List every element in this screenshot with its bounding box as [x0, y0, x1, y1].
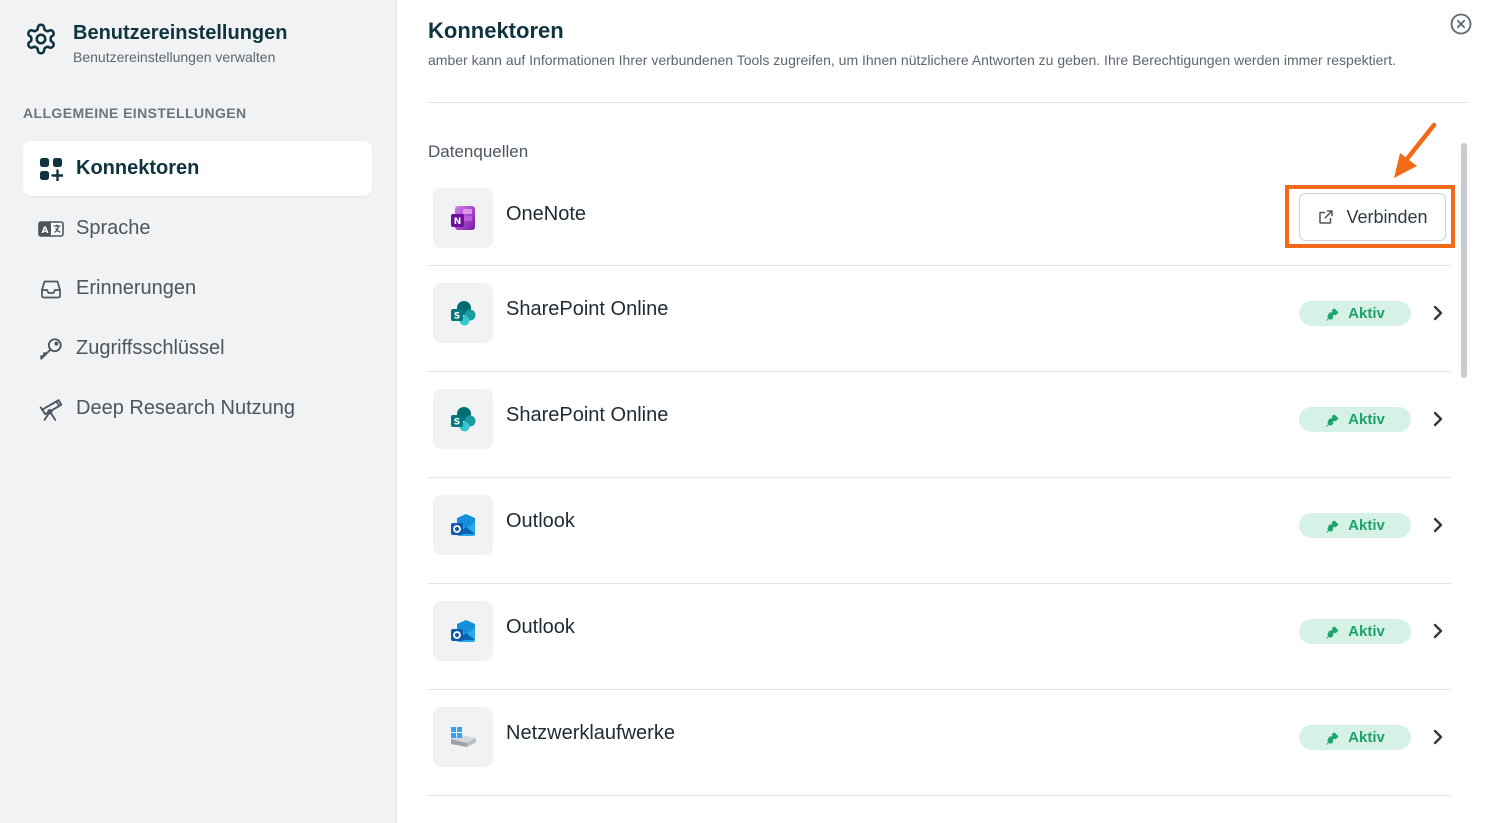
connector-name: SharePoint Online [506, 404, 669, 426]
onenote-icon: N [433, 188, 493, 248]
status-badge: Aktiv [1299, 619, 1411, 644]
connector-name: Netzwerklaufwerke [506, 722, 675, 744]
sidebar-item-label: Sprache [76, 217, 151, 239]
network-drive-icon [433, 707, 493, 767]
chevron-right-icon[interactable] [1429, 727, 1447, 747]
status-badge: Aktiv [1299, 725, 1411, 750]
status-badge-label: Aktiv [1348, 729, 1385, 746]
connector-name: Outlook [506, 616, 575, 638]
status-badge: Aktiv [1299, 301, 1411, 326]
svg-text:S: S [454, 418, 460, 428]
outlook-icon [433, 601, 493, 661]
sidebar-item-sprache[interactable]: A Sprache [23, 201, 372, 256]
connector-row[interactable]: S SharePoint Online Aktiv [428, 266, 1451, 372]
section-heading-datenquellen: Datenquellen [428, 142, 529, 161]
outlook-icon [433, 495, 493, 555]
close-icon[interactable] [1449, 12, 1473, 36]
sidebar-item-konnektoren[interactable]: Konnektoren [23, 141, 372, 196]
inbox-icon [37, 275, 65, 303]
svg-text:N: N [454, 217, 462, 227]
sidebar-item-zugriffsschluessel[interactable]: Zugriffsschlüssel [23, 321, 372, 376]
connectors-grid-icon [37, 155, 65, 183]
sidebar-section-heading: ALLGEMEINE EINSTELLUNGEN [23, 105, 247, 121]
plug-icon [1326, 626, 1339, 639]
sidebar-subtitle: Benutzereinstellungen verwalten [73, 49, 276, 65]
key-icon [37, 335, 65, 363]
sidebar-item-label: Deep Research Nutzung [76, 397, 296, 419]
status-badge: Aktiv [1299, 407, 1411, 432]
chevron-right-icon[interactable] [1429, 515, 1447, 535]
plug-icon [1326, 414, 1339, 427]
connector-row[interactable]: Outlook Aktiv [428, 584, 1451, 690]
connector-row[interactable]: Outlook Aktiv [428, 478, 1451, 584]
plug-icon [1326, 308, 1339, 321]
sidebar-item-deep-research[interactable]: Deep Research Nutzung [23, 381, 372, 436]
svg-text:A: A [42, 226, 49, 236]
status-badge-label: Aktiv [1348, 305, 1385, 322]
highlight-box [1285, 185, 1455, 248]
chevron-right-icon[interactable] [1429, 303, 1447, 323]
sidebar-item-label: Erinnerungen [76, 277, 197, 299]
header-divider [428, 102, 1468, 103]
svg-text:S: S [454, 312, 460, 322]
telescope-icon [37, 395, 65, 423]
sharepoint-icon: S [433, 283, 493, 343]
connector-row[interactable]: Netzwerklaufwerke Aktiv [428, 690, 1451, 796]
gear-icon [27, 23, 55, 55]
scrollbar[interactable] [1461, 143, 1467, 378]
connector-name: SharePoint Online [506, 298, 669, 320]
status-badge-label: Aktiv [1348, 623, 1385, 640]
status-badge: Aktiv [1299, 513, 1411, 538]
connector-list: N OneNote Verbinden S SharePoint Online [428, 177, 1451, 796]
chevron-right-icon[interactable] [1429, 621, 1447, 641]
connector-row[interactable]: S SharePoint Online Aktiv [428, 372, 1451, 478]
sidebar-nav: Konnektoren A Sprache Erinnerungen Zugri… [23, 141, 372, 441]
arrow-annotation-icon [1394, 122, 1437, 178]
sidebar-item-erinnerungen[interactable]: Erinnerungen [23, 261, 372, 316]
page-description: amber kann auf Informationen Ihrer verbu… [428, 52, 1396, 68]
sidebar-header: Benutzereinstellungen Benutzereinstellun… [24, 20, 287, 65]
sidebar-item-label: Zugriffsschlüssel [76, 337, 225, 359]
status-badge-label: Aktiv [1348, 517, 1385, 534]
sidebar-item-label: Konnektoren [76, 157, 200, 179]
plug-icon [1326, 520, 1339, 533]
plug-icon [1326, 732, 1339, 745]
sharepoint-icon: S [433, 389, 493, 449]
settings-sidebar: Benutzereinstellungen Benutzereinstellun… [0, 0, 397, 823]
sidebar-title: Benutzereinstellungen [73, 22, 288, 44]
chevron-right-icon[interactable] [1429, 409, 1447, 429]
connector-name: Outlook [506, 510, 575, 532]
connector-name: OneNote [506, 203, 587, 225]
status-badge-label: Aktiv [1348, 411, 1385, 428]
language-icon: A [37, 215, 65, 243]
page-title: Konnektoren [428, 18, 564, 43]
